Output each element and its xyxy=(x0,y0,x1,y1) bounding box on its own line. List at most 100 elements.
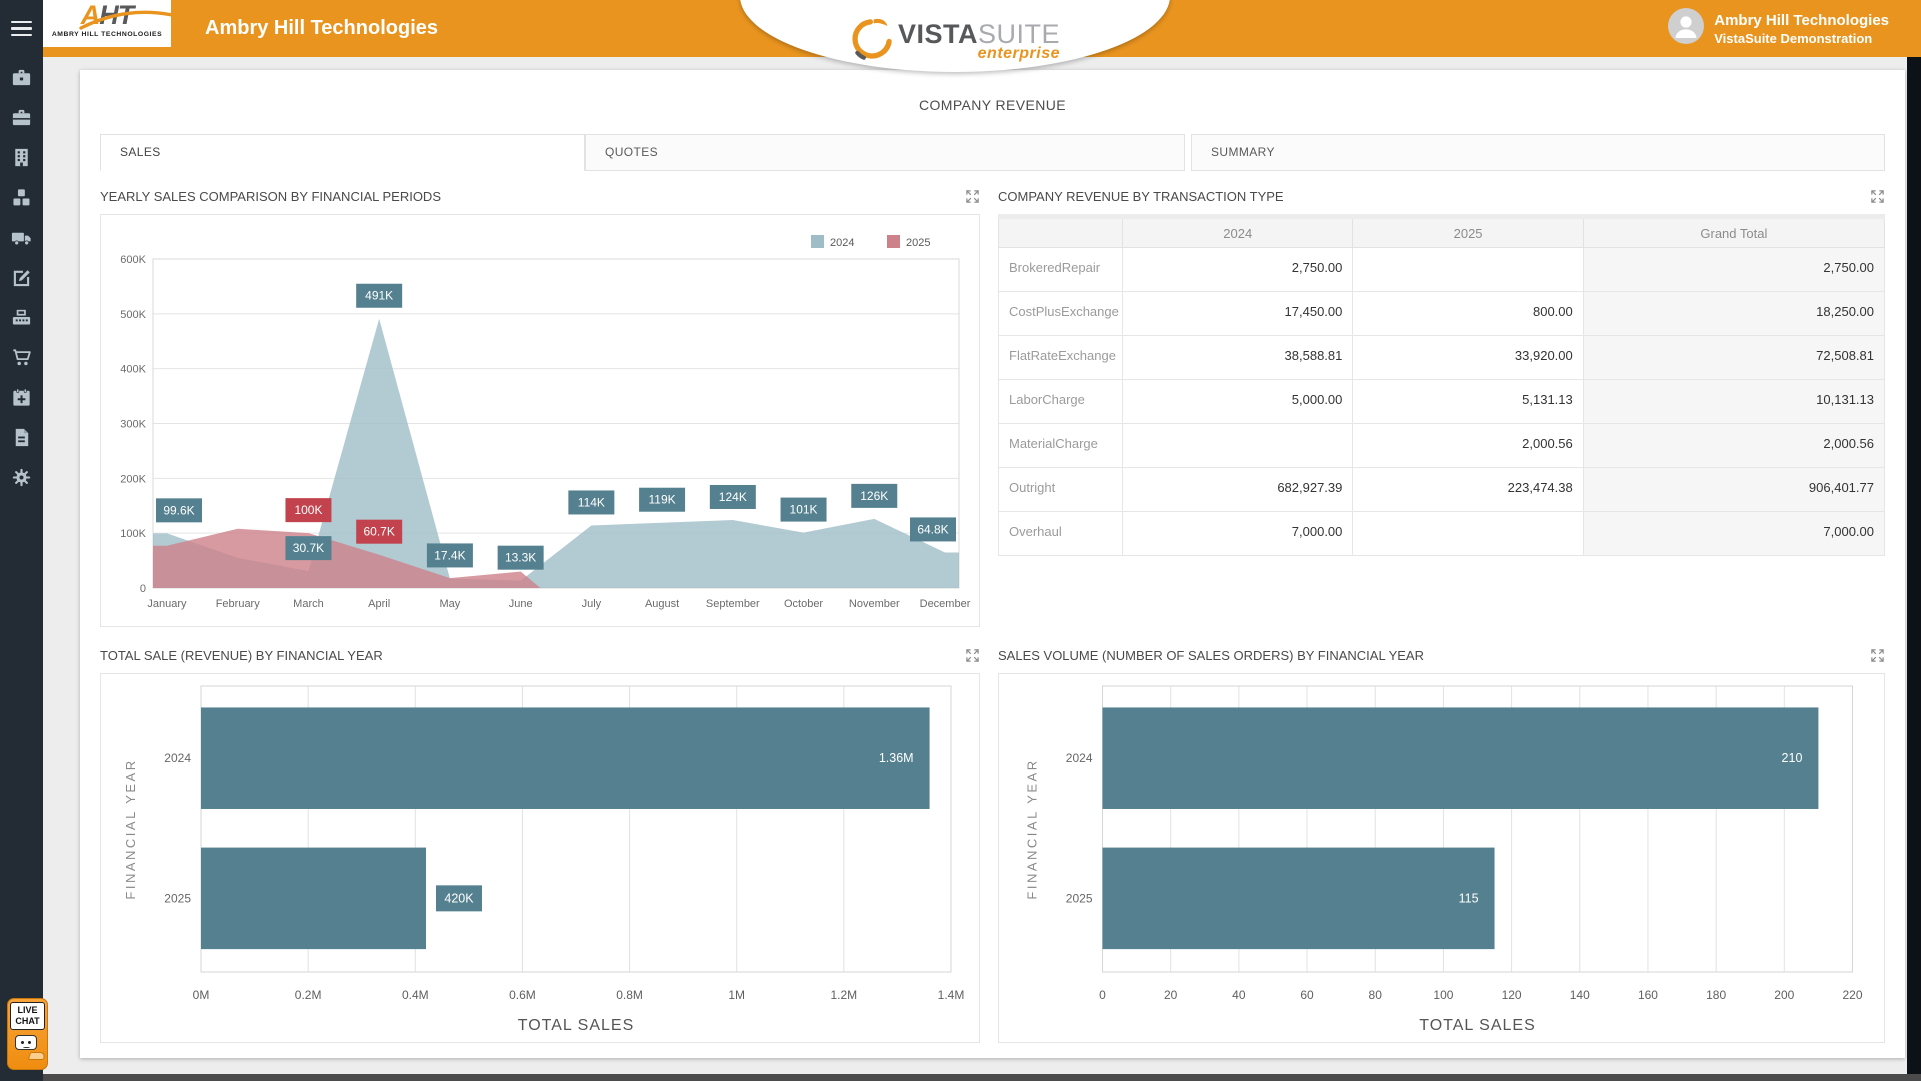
panel-revenue-by-transaction-type: COMPANY REVENUE BY TRANSACTION TYPE 2024… xyxy=(998,184,1885,629)
panel-title-yearly-sales: YEARLY SALES COMPARISON BY FINANCIAL PER… xyxy=(100,189,441,204)
bar-value-label: 420K xyxy=(444,891,474,905)
x-tick: 80 xyxy=(1369,988,1383,1002)
aht-logo[interactable]: AHT AMBRY HILL TECHNOLOGIES xyxy=(43,0,171,47)
y-tick: 600K xyxy=(120,254,146,266)
cell-value: 17,450.00 xyxy=(1123,292,1353,336)
user-avatar xyxy=(1668,8,1704,49)
sidebar-icon-shopping-cart[interactable] xyxy=(0,337,43,377)
live-chat-button[interactable]: LIVE CHAT xyxy=(7,998,48,1070)
data-label: 17.4K xyxy=(434,548,465,562)
data-label: 114K xyxy=(578,495,605,509)
row-label: BrokeredRepair xyxy=(999,248,1123,292)
row-label: Outright xyxy=(999,468,1123,512)
sidebar-icon-truck[interactable] xyxy=(0,217,43,257)
y-axis-label: FINANCIAL YEAR xyxy=(123,758,138,899)
transaction-type-table: 20242025Grand TotalBrokeredRepair2,750.0… xyxy=(998,214,1885,629)
cell-value xyxy=(1353,248,1583,292)
panel-title-total-sale: TOTAL SALE (REVENUE) BY FINANCIAL YEAR xyxy=(100,648,383,663)
expand-icon[interactable] xyxy=(1870,648,1885,663)
x-tick: 0.8M xyxy=(616,988,643,1002)
y-tick: 300K xyxy=(120,419,146,431)
x-tick: 100 xyxy=(1433,988,1453,1002)
table-row: BrokeredRepair2,750.002,750.00 xyxy=(999,248,1885,292)
x-tick-month: March xyxy=(293,598,324,610)
expand-icon[interactable] xyxy=(1870,189,1885,204)
live-chat-line1: LIVE xyxy=(11,1005,44,1016)
page-title: COMPANY REVENUE xyxy=(80,70,1905,113)
sidebar-icon-cubes[interactable] xyxy=(0,177,43,217)
x-tick: 0.6M xyxy=(509,988,536,1002)
x-tick-month: November xyxy=(849,598,900,610)
cell-value: 5,000.00 xyxy=(1123,380,1353,424)
legend-swatch-2025 xyxy=(887,235,900,248)
expand-icon[interactable] xyxy=(965,648,980,663)
cell-value: 18,250.00 xyxy=(1583,292,1884,336)
sidebar-icon-edit[interactable] xyxy=(0,257,43,297)
panel-title-sales-volume: SALES VOLUME (NUMBER OF SALES ORDERS) BY… xyxy=(998,648,1424,663)
column-header-2025: 2025 xyxy=(1353,217,1583,248)
data-label: 126K xyxy=(860,489,888,503)
data-label: 119K xyxy=(649,493,676,507)
y-tick: 400K xyxy=(120,364,146,376)
cell-value: 33,920.00 xyxy=(1353,336,1583,380)
data-label: 101K xyxy=(790,503,818,517)
tab-summary[interactable]: SUMMARY xyxy=(1191,134,1885,171)
sidebar-icon-settings[interactable] xyxy=(0,457,43,497)
menu-hamburger-icon[interactable] xyxy=(0,0,43,57)
x-tick: 40 xyxy=(1232,988,1246,1002)
data-label: 60.7K xyxy=(364,525,395,539)
x-tick-month: August xyxy=(645,598,679,610)
user-organization: Ambry Hill Technologies xyxy=(1714,11,1889,30)
x-tick: 1.2M xyxy=(831,988,858,1002)
sidebar-icon-briefcase-alt[interactable] xyxy=(0,97,43,137)
brand-logotype: VISTASUITE enterprise xyxy=(898,21,1060,62)
bottom-edge-strip xyxy=(0,1074,1921,1081)
expand-icon[interactable] xyxy=(965,189,980,204)
legend-swatch-2024 xyxy=(811,235,824,248)
tab-quotes[interactable]: QUOTES xyxy=(585,134,1185,171)
data-label: 491K xyxy=(365,289,393,303)
table-row: Outright682,927.39223,474.38906,401.77 xyxy=(999,468,1885,512)
bar-2025 xyxy=(201,848,426,950)
legend-label: 2024 xyxy=(830,237,854,249)
brand-vista: VISTA xyxy=(898,19,978,49)
table-row: CostPlusExchange17,450.00800.0018,250.00 xyxy=(999,292,1885,336)
sidebar-icon-calendar-plus[interactable] xyxy=(0,377,43,417)
bar-chart-total-sale: 0M0.2M0.4M0.6M0.8M1M1.2M1.4M20241.36M202… xyxy=(100,673,980,1043)
x-tick-month: April xyxy=(368,598,390,610)
x-tick: 200 xyxy=(1774,988,1794,1002)
x-tick-month: July xyxy=(582,598,602,610)
y-category: 2024 xyxy=(1066,751,1093,765)
table-row: FlatRateExchange38,588.8133,920.0072,508… xyxy=(999,336,1885,380)
sidebar-icon-briefcase[interactable] xyxy=(0,57,43,97)
table-row: MaterialCharge2,000.562,000.56 xyxy=(999,424,1885,468)
panel-title-transaction-type: COMPANY REVENUE BY TRANSACTION TYPE xyxy=(998,189,1284,204)
panel-yearly-sales-comparison: YEARLY SALES COMPARISON BY FINANCIAL PER… xyxy=(100,184,980,629)
row-label: Overhaul xyxy=(999,512,1123,556)
sidebar-icon-cash-register[interactable] xyxy=(0,297,43,337)
chat-robot-icon xyxy=(8,1030,47,1062)
cell-value: 223,474.38 xyxy=(1353,468,1583,512)
data-label: 13.3K xyxy=(505,551,536,565)
x-tick-month: October xyxy=(784,598,823,610)
tab-sales[interactable]: SALES xyxy=(100,134,585,171)
right-edge-strip xyxy=(1907,57,1921,1081)
table-row: LaborCharge5,000.005,131.1310,131.13 xyxy=(999,380,1885,424)
x-tick: 0.4M xyxy=(402,988,429,1002)
user-menu[interactable]: Ambry Hill Technologies VistaSuite Demon… xyxy=(1668,0,1889,57)
x-tick: 1.4M xyxy=(938,988,965,1002)
cell-value xyxy=(1353,512,1583,556)
cell-value: 2,750.00 xyxy=(1583,248,1884,292)
x-tick: 160 xyxy=(1638,988,1658,1002)
sidebar-icon-document[interactable] xyxy=(0,417,43,457)
y-tick: 200K xyxy=(120,473,146,485)
sidebar-icon-building[interactable] xyxy=(0,137,43,177)
cell-value: 5,131.13 xyxy=(1353,380,1583,424)
cell-value: 2,750.00 xyxy=(1123,248,1353,292)
x-tick: 60 xyxy=(1300,988,1314,1002)
x-axis-label: TOTAL SALES xyxy=(1419,1017,1536,1034)
data-label: 100K xyxy=(294,503,322,517)
data-label: 99.6K xyxy=(163,503,194,517)
cell-value: 906,401.77 xyxy=(1583,468,1884,512)
user-account: VistaSuite Demonstration xyxy=(1714,30,1889,47)
